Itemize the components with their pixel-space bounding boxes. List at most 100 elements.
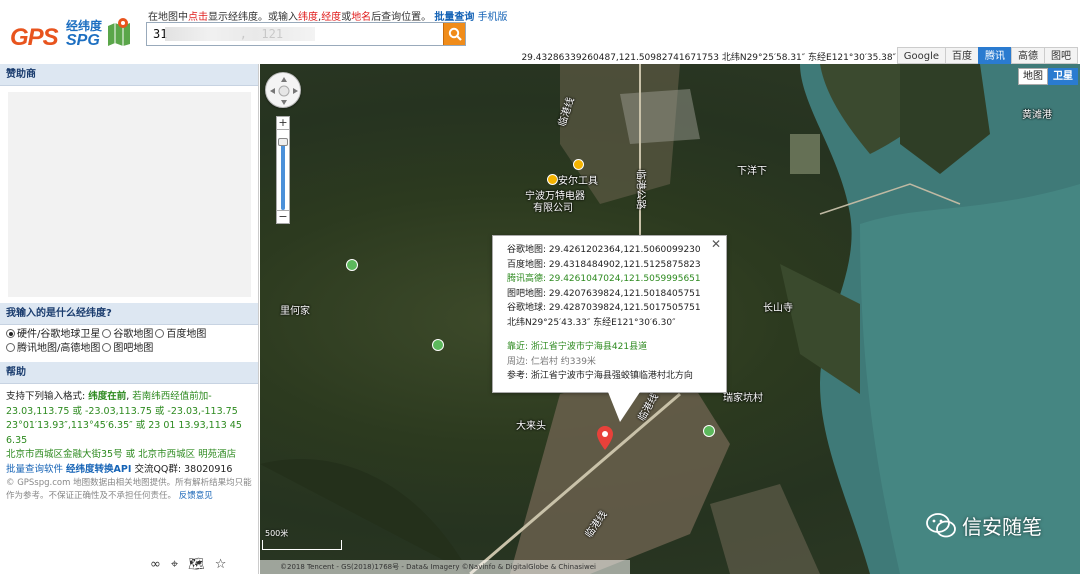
coordinate-popup: ✕ 谷歌地图: 29.4261202364,121.5060099230 百度地… [492,235,727,393]
help-example-address: 北京市西城区金融大街35号 或 北京市西城区 明苑酒店 [6,448,252,463]
search-button[interactable] [443,23,465,45]
popup-reference: 参考: 浙江省宁波市宁海县强蛟镇临港村北方向 [507,371,693,381]
search-redaction [165,27,315,41]
poi-marker[interactable] [703,425,715,437]
map-tab-2[interactable]: 腾讯 [978,47,1011,64]
map-label-road: 临港公路 [634,169,646,210]
location-pin-icon[interactable]: ⌖ [171,557,178,572]
radio-button[interactable] [102,343,112,352]
map-label-place: 长山寺 [763,303,793,314]
scale-label: 500米 [265,529,289,538]
popup-baidu: 百度地图: 29.4318484902,121.5125875823 [507,259,701,270]
zoom-in-button[interactable]: + [276,116,290,130]
sidebar: 赞助商 我输入的是什么经纬度? 硬件/谷歌地球卫星 谷歌地图 百度地图 腾讯地图/高德… [0,64,259,574]
radio-label: 图吧地图 [113,343,154,354]
wechat-icon [926,512,956,537]
zoom-slider-handle[interactable] [278,138,288,146]
zoom-control: + − [276,116,290,224]
sponsor-heading: 赞助商 [0,64,258,86]
search-icon [448,27,462,41]
radio-option-1[interactable]: 谷歌地图 [102,329,153,340]
zoom-slider[interactable] [276,130,290,210]
pan-arrows-icon [270,77,298,105]
help-example-dms: 23°01′13.93″,113°45′6.35″ 或 23 01 13.93,… [6,420,242,446]
copyright-note: © GPSspg.com 地图数据由相关地图提供。所有解析结果均只能作为参考。不… [6,477,252,503]
help-prefix: 支持下列输入格式: [6,391,86,402]
mobile-version-link[interactable]: 手机版 [478,12,508,23]
qq-group: 交流QQ群: 38020916 [134,463,233,475]
radio-option-2[interactable]: 百度地图 [155,329,206,340]
popup-pointer [608,392,640,422]
help-body: 支持下列输入格式: 纬度在前, 若南纬西经值前加- 23.03,113.75 或… [0,384,258,503]
close-icon[interactable]: ✕ [711,237,721,252]
feedback-link[interactable]: 反馈意见 [179,491,213,501]
poi-marker[interactable] [573,159,584,170]
help-links-row: 批量查询软件 经纬度转换API 交流QQ群: 38020916 [6,463,252,478]
popup-spacer [507,330,726,340]
world-map-icon[interactable]: 🗺 [188,557,205,572]
map-attribution: ©2018 Tencent - GS(2018)1768号 - Data& Im… [260,560,630,574]
scale-bar: 500米 [262,529,342,550]
radio-button[interactable] [6,343,15,352]
layer-switch: 地图 卫星 [1018,68,1078,85]
poi-marker[interactable] [346,259,358,271]
map-label-poi: 有限公司 [533,203,573,214]
help-example-decimal: 23.03,113.75 或 -23.03,113.75 或 -23.03,-1… [6,405,238,417]
star-icon[interactable]: ☆ [215,557,227,572]
radio-option-0[interactable]: 硬件/谷歌地球卫星 [6,329,100,340]
map-label-poi: 安尔工具 [558,176,598,187]
map-label-place: 下洋下 [737,166,767,177]
location-pin-icon[interactable] [597,426,613,450]
radio-label: 腾讯地图/高德地图 [17,343,101,354]
help-lat-first: 纬度在前 [88,391,127,402]
help-formats-line: 支持下列输入格式: 纬度在前, 若南纬西经值前加- [6,391,212,402]
radio-button[interactable] [155,329,165,338]
popup-google: 谷歌地图: 29.4261202364,121.5060099230 [507,245,701,255]
watermark-text: 信安随笔 [962,515,1042,539]
popup-tuba: 图吧地图: 29.4207639824,121.5018405751 [507,288,701,299]
popup-earth: 谷歌地球: 29.4287039824,121.5017505751 [507,303,701,313]
logo-spg-text: SPG [66,32,100,49]
map-provider-tabs: Google 百度 腾讯 高德 图吧 [896,47,1078,64]
map-label-place: 瑞家坑村 [723,393,763,404]
layer-button-1[interactable]: 卫星 [1048,68,1078,85]
convert-api-link[interactable]: 经纬度转换API [66,464,131,475]
map-label-place: 里何家 [280,306,310,317]
sidebar-toolbar: ∞ ⌖ 🗺 ☆ [150,557,226,572]
map-tab-1[interactable]: 百度 [945,47,978,64]
site-logo[interactable]: GPS 经纬度 SPG [10,18,140,52]
radio-button[interactable] [102,329,112,338]
map-label-place: 黄滩港 [1022,110,1052,121]
zoom-slider-fill [281,142,285,210]
link-icon[interactable]: ∞ [150,557,161,572]
copyright-text: © GPSspg.com 地图数据由相关地图提供。所有解析结果均只能作为参考。不… [6,478,252,501]
map-tab-4[interactable]: 图吧 [1044,47,1078,64]
radio-option-3[interactable]: 腾讯地图/高德地图 [6,343,100,354]
popup-tencent: 腾讯高德: 29.4261047024,121.5059995651 [507,274,701,284]
batch-software-link[interactable]: 批量查询软件 [6,464,63,475]
popup-near: 靠近: 浙江省宁波市宁海县421县道 [507,342,648,352]
map-tab-3[interactable]: 高德 [1011,47,1044,64]
poi-marker[interactable] [547,174,558,185]
radio-button[interactable] [6,329,15,338]
help-hotel: 明苑酒店 [198,449,237,460]
sponsor-placeholder [8,92,251,297]
radio-label: 硬件/谷歌地球卫星 [17,329,101,340]
map-tab-0[interactable]: Google [896,47,945,64]
help-negative-note: 若南纬西经值前加- [132,391,212,402]
radio-label: 百度地图 [166,329,207,340]
poi-marker[interactable] [432,339,444,351]
wechat-watermark: 信安随笔 [926,511,1042,540]
map-canvas[interactable]: 临港线 安尔工具 宁波万特电器 有限公司 临港公路 下洋下 黄滩港 里何家 大来… [260,64,1080,574]
zoom-out-button[interactable]: − [276,210,290,224]
pan-control[interactable] [265,72,301,108]
radio-option-4[interactable]: 图吧地图 [102,343,153,354]
top-bar: GPS 经纬度 SPG 在地图中点击显示经纬度。或输入纬度,经度或地名后查询位置… [0,0,1080,64]
layer-button-0[interactable]: 地图 [1018,68,1048,85]
help-address: 北京市西城区金融大街35号 或 北京市西城区 [6,449,196,460]
map-logo-icon [108,18,130,46]
popup-dms: 北纬N29°25′43.33″ 东经E121°30′6.30″ [507,317,676,328]
radio-label: 谷歌地图 [113,329,154,340]
map-label-place: 大来头 [516,421,546,432]
coordinate-type-radios: 硬件/谷歌地球卫星 谷歌地图 百度地图腾讯地图/高德地图 图吧地图 [0,325,258,356]
